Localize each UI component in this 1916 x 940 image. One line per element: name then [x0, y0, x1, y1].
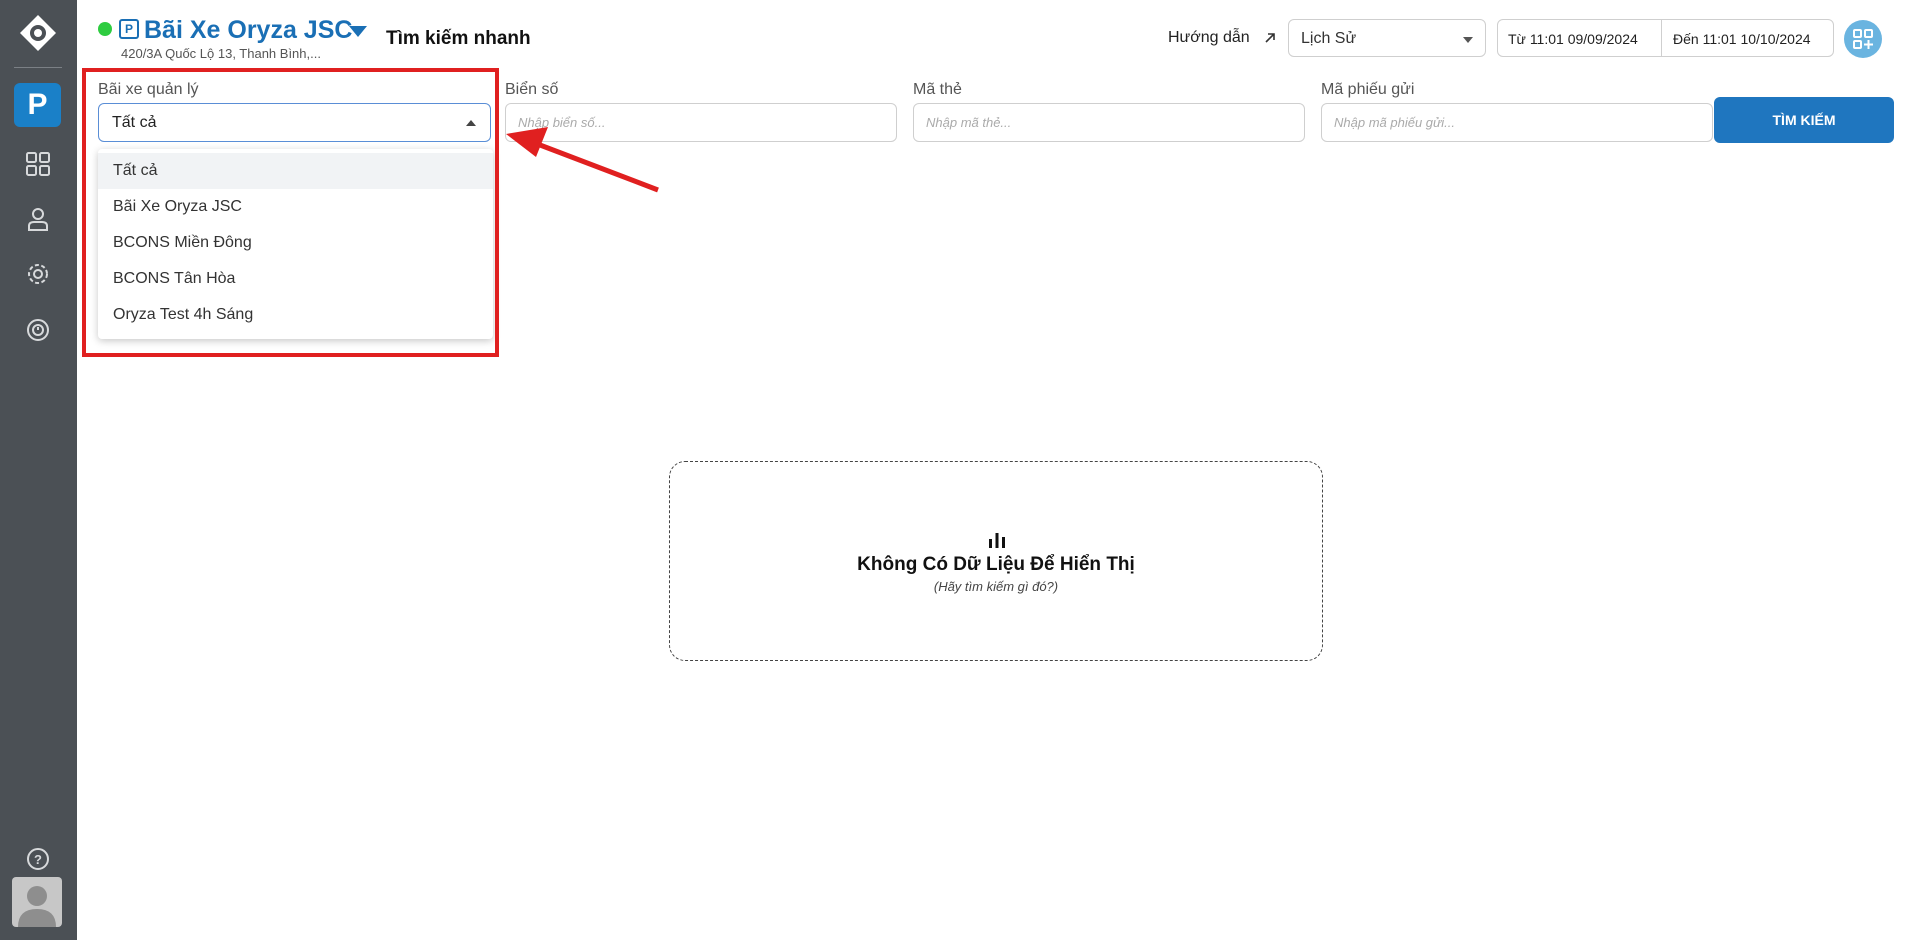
date-range-picker[interactable]: Từ 11:01 09/09/2024 Đến 11:01 10/10/2024 — [1497, 19, 1834, 57]
card-label: Mã thẻ — [913, 81, 962, 98]
history-select[interactable]: Lịch Sử — [1288, 19, 1486, 57]
qr-code-button[interactable] — [1844, 20, 1882, 58]
external-link-arrow-icon[interactable] — [1262, 30, 1278, 46]
empty-state: Không Có Dữ Liệu Để Hiển Thị (Hãy tìm ki… — [669, 461, 1323, 661]
sidebar-item-parking[interactable]: P — [14, 83, 61, 127]
date-to[interactable]: Đến 11:01 10/10/2024 — [1673, 31, 1811, 47]
annotation-highlight-box — [82, 68, 499, 357]
ticket-label: Mã phiếu gửi — [1321, 81, 1415, 98]
chevron-down-icon[interactable] — [349, 26, 367, 37]
caret-down-icon — [1463, 37, 1473, 43]
search-button[interactable]: TÌM KIẾM — [1714, 97, 1894, 143]
page-title: Tìm kiếm nhanh — [386, 28, 531, 49]
qr-code-icon — [1853, 29, 1873, 49]
date-from[interactable]: Từ 11:01 09/09/2024 — [1508, 31, 1638, 47]
card-input[interactable] — [913, 103, 1305, 142]
bar-chart-icon — [989, 533, 1005, 548]
lot-title[interactable]: Bãi Xe Oryza JSC — [144, 16, 352, 45]
settings-gear-icon[interactable] — [24, 260, 52, 288]
ticket-input[interactable] — [1321, 103, 1713, 142]
sidebar-divider — [14, 67, 62, 68]
empty-state-subtitle: (Hãy tìm kiếm gì đó?) — [933, 579, 1059, 594]
empty-state-title: Không Có Dữ Liệu Để Hiển Thị — [857, 554, 1135, 575]
plate-label: Biển số — [505, 81, 559, 98]
lot-address: 420/3A Quốc Lộ 13, Thanh Bình,... — [121, 46, 321, 61]
sidebar: P ? — [0, 0, 77, 940]
status-online-indicator — [98, 22, 112, 36]
avatar[interactable] — [12, 877, 62, 927]
history-select-value: Lịch Sử — [1301, 30, 1357, 47]
app-logo-icon[interactable] — [19, 14, 57, 52]
date-range-divider — [1661, 20, 1662, 56]
history-icon[interactable] — [24, 316, 52, 344]
plate-input[interactable] — [505, 103, 897, 142]
parking-lot-icon: P — [119, 19, 139, 39]
user-icon[interactable] — [24, 205, 52, 233]
dashboard-grid-icon[interactable] — [24, 150, 52, 178]
svg-text:?: ? — [34, 852, 42, 867]
help-icon[interactable]: ? — [24, 845, 52, 873]
guide-link[interactable]: Hướng dẫn — [1168, 29, 1250, 47]
